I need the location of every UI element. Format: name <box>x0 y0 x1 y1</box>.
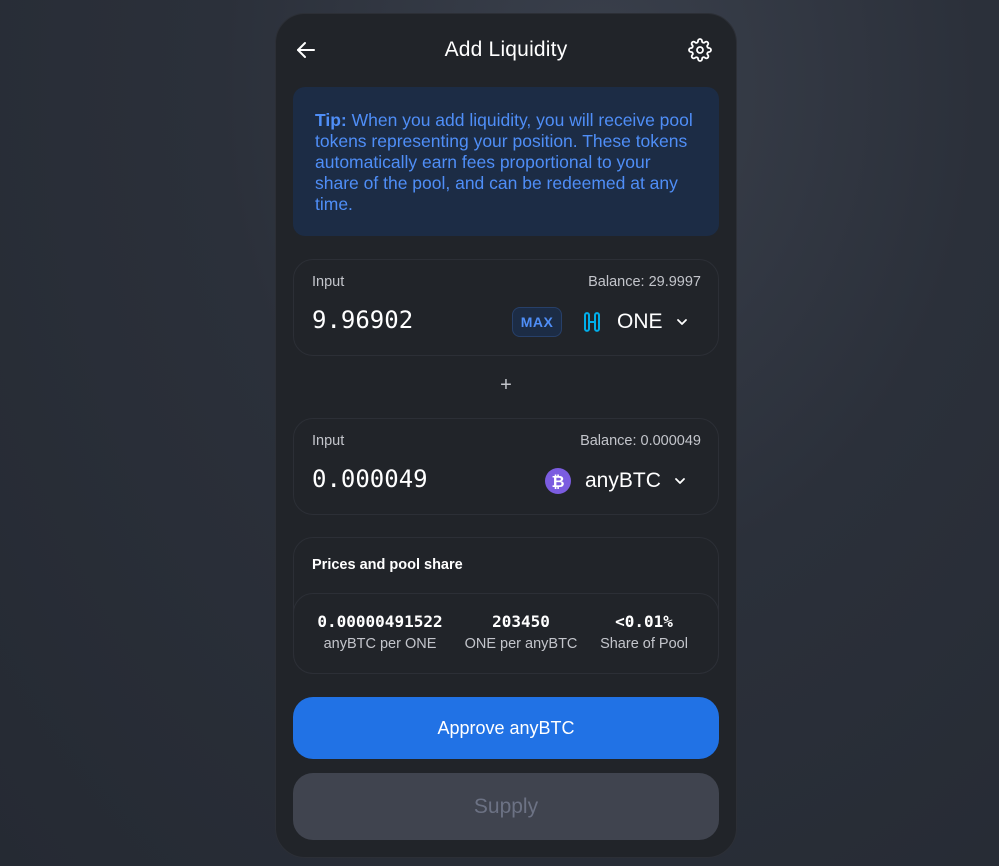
tip-label: Tip: <box>315 110 347 130</box>
stat-label: Share of Pool <box>600 636 688 652</box>
amount-input-one[interactable] <box>312 306 502 334</box>
chevron-down-icon <box>674 478 685 484</box>
card-header: Add Liquidity <box>276 14 736 88</box>
stat-value: 0.00000491522 <box>317 612 443 631</box>
stat-one-per-anybtc: 203450 ONE per anyBTC <box>456 612 586 652</box>
stat-value: <0.01% <box>615 612 673 631</box>
input-panel-one: Input Balance: 29.9997 MAX ONE <box>293 259 719 356</box>
balance-text: Balance: 29.9997 <box>588 274 701 290</box>
stat-label: ONE per anyBTC <box>464 636 578 652</box>
svg-text:₿: ₿ <box>551 472 564 491</box>
max-button[interactable]: MAX <box>512 307 562 337</box>
token-select-anybtc[interactable]: ₿ anyBTC <box>545 463 687 499</box>
bitcoin-logo-icon: ₿ <box>545 468 571 494</box>
token-name: ONE <box>617 310 663 333</box>
tip-text: When you add liquidity, you will receive… <box>315 110 693 214</box>
stat-label: anyBTC per ONE <box>323 636 437 652</box>
input-label: Input <box>312 274 345 290</box>
gear-icon <box>688 38 712 62</box>
page-title: Add Liquidity <box>444 38 568 61</box>
plus-icon: + <box>500 374 512 396</box>
stat-value: 203450 <box>492 612 550 631</box>
tip-banner: Tip: When you add liquidity, you will re… <box>293 87 719 236</box>
add-liquidity-card: Add Liquidity Tip: When you add liquidit… <box>275 13 737 858</box>
balance-text: Balance: 0.000049 <box>580 433 701 449</box>
input-panel-anybtc: Input Balance: 0.000049 ₿ anyBTC <box>293 418 719 515</box>
input-label: Input <box>312 433 345 449</box>
stat-share-of-pool: <0.01% Share of Pool <box>590 612 698 652</box>
prices-panel: Prices and pool share 0.00000491522 anyB… <box>293 537 719 674</box>
settings-button[interactable] <box>688 38 712 62</box>
approve-button[interactable]: Approve anyBTC <box>293 697 719 759</box>
token-name: anyBTC <box>585 469 661 492</box>
chevron-down-icon <box>676 319 687 325</box>
amount-input-anybtc[interactable] <box>312 465 502 493</box>
harmony-one-logo-icon <box>584 312 600 332</box>
stat-anybtc-per-one: 0.00000491522 anyBTC per ONE <box>310 612 450 652</box>
prices-stats: 0.00000491522 anyBTC per ONE 203450 ONE … <box>293 593 719 674</box>
supply-button[interactable]: Supply <box>293 773 719 840</box>
token-select-one[interactable]: ONE <box>581 304 689 340</box>
prices-title: Prices and pool share <box>312 557 463 573</box>
